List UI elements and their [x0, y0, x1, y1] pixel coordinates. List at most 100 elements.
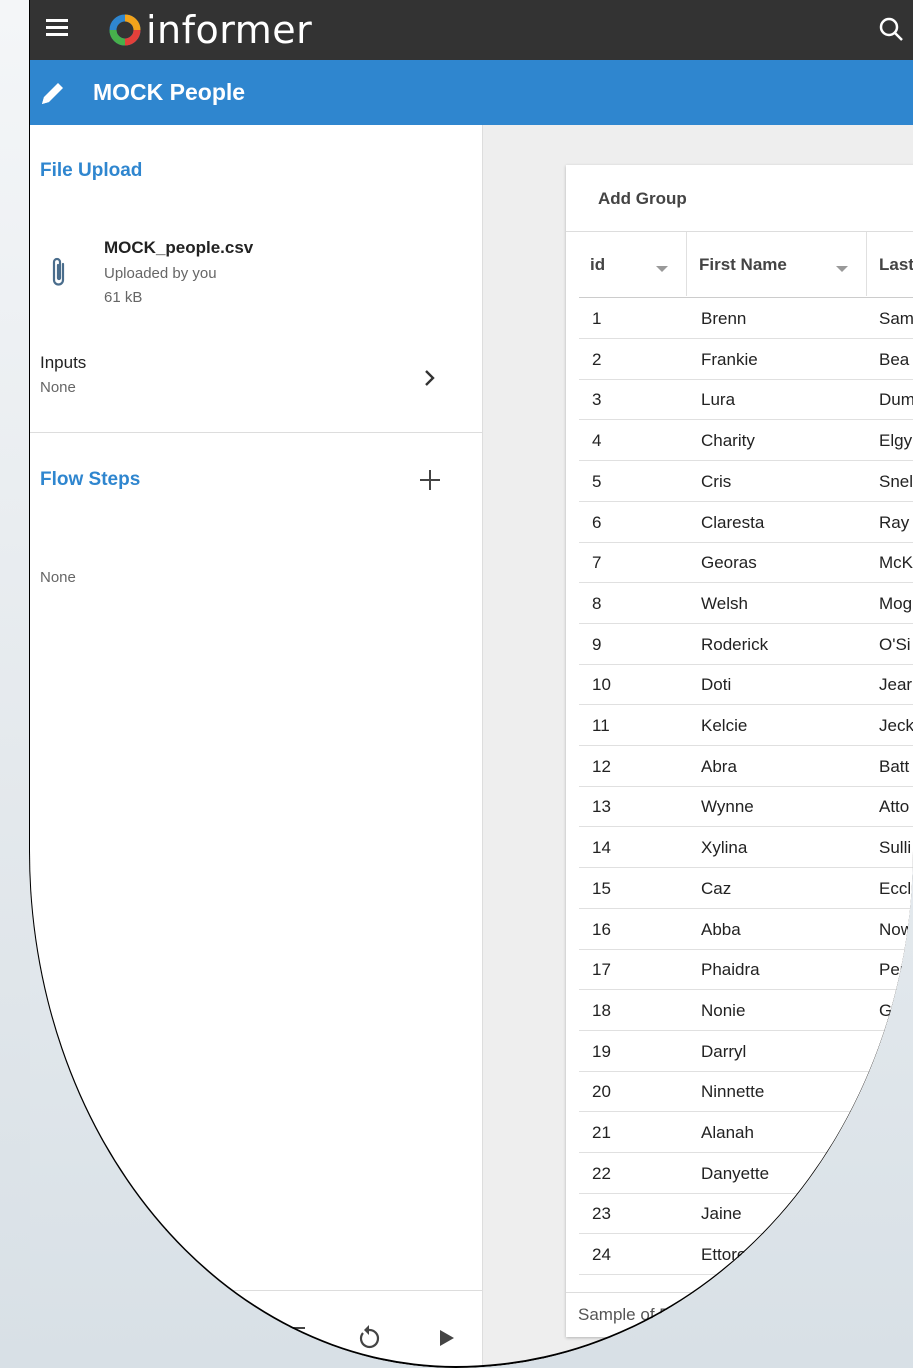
table-row[interactable]: 3 Lura Dum	[579, 379, 913, 421]
add-flow-step-plus-icon[interactable]	[418, 468, 442, 492]
cell-first-name: Caz	[701, 878, 732, 898]
sample-count-label: Sample of 50	[578, 1305, 679, 1324]
cell-first-name: Kelcie	[701, 716, 748, 735]
flow-steps-empty: None	[40, 569, 76, 586]
cell-id: 1	[592, 309, 602, 328]
cell-first-name: Claresta	[701, 512, 765, 532]
cell-last-name: Ray	[879, 512, 910, 532]
table-row[interactable]: 11 Kelcie Jeck	[579, 705, 913, 746]
table-row[interactable]: 6 Claresta Ray	[579, 502, 913, 543]
cell-id: 23	[592, 1204, 611, 1224]
cell-id: 9	[592, 634, 602, 654]
column-header-id[interactable]: id	[590, 255, 605, 275]
inputs-label[interactable]: Inputs	[40, 353, 86, 373]
cell-id: 24	[592, 1245, 611, 1265]
table-row[interactable]: 12 Abra Batt	[579, 746, 913, 787]
cell-id: 19	[592, 1041, 611, 1061]
cell-id: 13	[592, 797, 611, 817]
table-row[interactable]: 16 Abba Now	[579, 909, 913, 950]
chevron-right-icon[interactable]	[420, 368, 440, 388]
table-row[interactable]: 4 Charity Elgy	[579, 420, 913, 462]
cell-last-name: Sulli	[879, 838, 912, 858]
table-row[interactable]: 5 Cris Snel	[579, 461, 913, 502]
table-row[interactable]: 23 Jaine	[579, 1193, 913, 1235]
cell-first-name: Abra	[701, 756, 737, 776]
table-row[interactable]: 7 Georas McK	[579, 542, 913, 584]
file-name[interactable]: MOCK_people.csv	[104, 238, 253, 258]
informer-logo[interactable]: informer	[108, 8, 312, 52]
cell-id: 18	[592, 1000, 611, 1020]
sort-menu-icon[interactable]	[656, 266, 668, 272]
edit-pencil-icon[interactable]	[38, 78, 68, 108]
page-title: MOCK People	[93, 79, 246, 105]
search-icon[interactable]	[874, 12, 910, 48]
cell-id: 2	[592, 349, 602, 369]
play-icon[interactable]	[438, 1328, 456, 1348]
table-row[interactable]: 2 Frankie Bea	[579, 339, 913, 380]
cell-id: 16	[592, 919, 611, 939]
cell-first-name: Danyette	[701, 1163, 770, 1183]
cell-id: 10	[592, 675, 611, 695]
table-row[interactable]: 14 Xylina Sulli	[579, 827, 913, 869]
cell-id: 7	[592, 553, 602, 573]
cell-first-name: Abba	[701, 919, 741, 939]
cell-id: 17	[592, 960, 611, 980]
cell-last-name: Jeck	[879, 716, 913, 735]
cell-last-name: O'Si	[879, 634, 911, 654]
cell-id: 3	[592, 390, 602, 410]
table-row[interactable]: 9 Roderick O'Si	[579, 624, 913, 665]
cell-first-name: Wynne	[701, 797, 754, 817]
cell-last-name: McK	[879, 553, 913, 573]
table-row[interactable]: 24 Ettore	[579, 1234, 913, 1276]
table-row[interactable]: 20 Ninnette	[579, 1071, 913, 1113]
table-row[interactable]: 19 Darryl Ke	[579, 1031, 913, 1072]
cell-last-name: Now	[879, 919, 913, 939]
cell-first-name: Welsh	[701, 593, 748, 613]
cell-last-name: Jear	[879, 675, 913, 695]
cell-id: 5	[592, 471, 602, 491]
cell-last-name: Gir	[879, 1000, 902, 1020]
cell-first-name: Jaine	[701, 1204, 742, 1224]
table-row[interactable]: 18 Nonie Gir	[579, 990, 913, 1031]
cell-first-name: Doti	[701, 675, 732, 695]
table-row[interactable]: 15 Caz Eccl	[579, 868, 913, 909]
cell-last-name: Sam	[879, 309, 913, 328]
table-row[interactable]: 8 Welsh Mog	[579, 583, 913, 624]
cell-last-name: Ke	[879, 1041, 900, 1061]
table-row[interactable]: 22 Danyette	[579, 1153, 913, 1194]
cell-last-name: Atto	[879, 797, 910, 817]
cell-first-name: Xylina	[701, 838, 748, 858]
sort-menu-icon[interactable]	[836, 266, 848, 272]
column-header-first-name[interactable]: First Name	[699, 255, 787, 275]
cell-last-name: Mog	[879, 593, 913, 613]
reset-icon[interactable]	[356, 1324, 382, 1352]
cell-first-name: Roderick	[701, 634, 769, 654]
table-row[interactable]: 1 Brenn Sam	[579, 298, 913, 339]
inputs-value: None	[40, 379, 76, 396]
add-group-button[interactable]: Add Group	[598, 189, 687, 209]
cell-first-name: Lura	[701, 390, 736, 410]
cell-id: 11	[592, 716, 610, 735]
file-upload-heading: File Upload	[40, 160, 143, 181]
table-row[interactable]: 10 Doti Jear	[579, 664, 913, 706]
table-row[interactable]: 13 Wynne Atto	[579, 786, 913, 828]
cell-first-name: Charity	[701, 431, 755, 451]
filter-icon[interactable]	[284, 1322, 308, 1346]
cell-last-name: Bea	[879, 349, 910, 369]
logo-text: informer	[146, 8, 313, 52]
column-separator[interactable]	[686, 232, 687, 296]
hamburger-menu-icon[interactable]	[46, 16, 68, 38]
table-row[interactable]: 21 Alanah	[579, 1112, 913, 1153]
cell-first-name: Ettore	[701, 1245, 747, 1265]
column-separator[interactable]	[866, 232, 867, 296]
cell-first-name: Phaidra	[701, 960, 760, 980]
table-row[interactable]: 17 Phaidra Per	[579, 949, 913, 991]
cell-first-name: Ninnette	[701, 1082, 765, 1102]
cell-last-name: Dum	[879, 390, 913, 410]
column-header-last-name[interactable]: Last	[879, 255, 913, 275]
divider	[566, 1292, 913, 1293]
cell-first-name: Brenn	[701, 309, 747, 328]
cell-id: 15	[592, 878, 611, 898]
logo-mark-icon	[109, 14, 141, 46]
cell-last-name: Elgy	[879, 431, 913, 451]
